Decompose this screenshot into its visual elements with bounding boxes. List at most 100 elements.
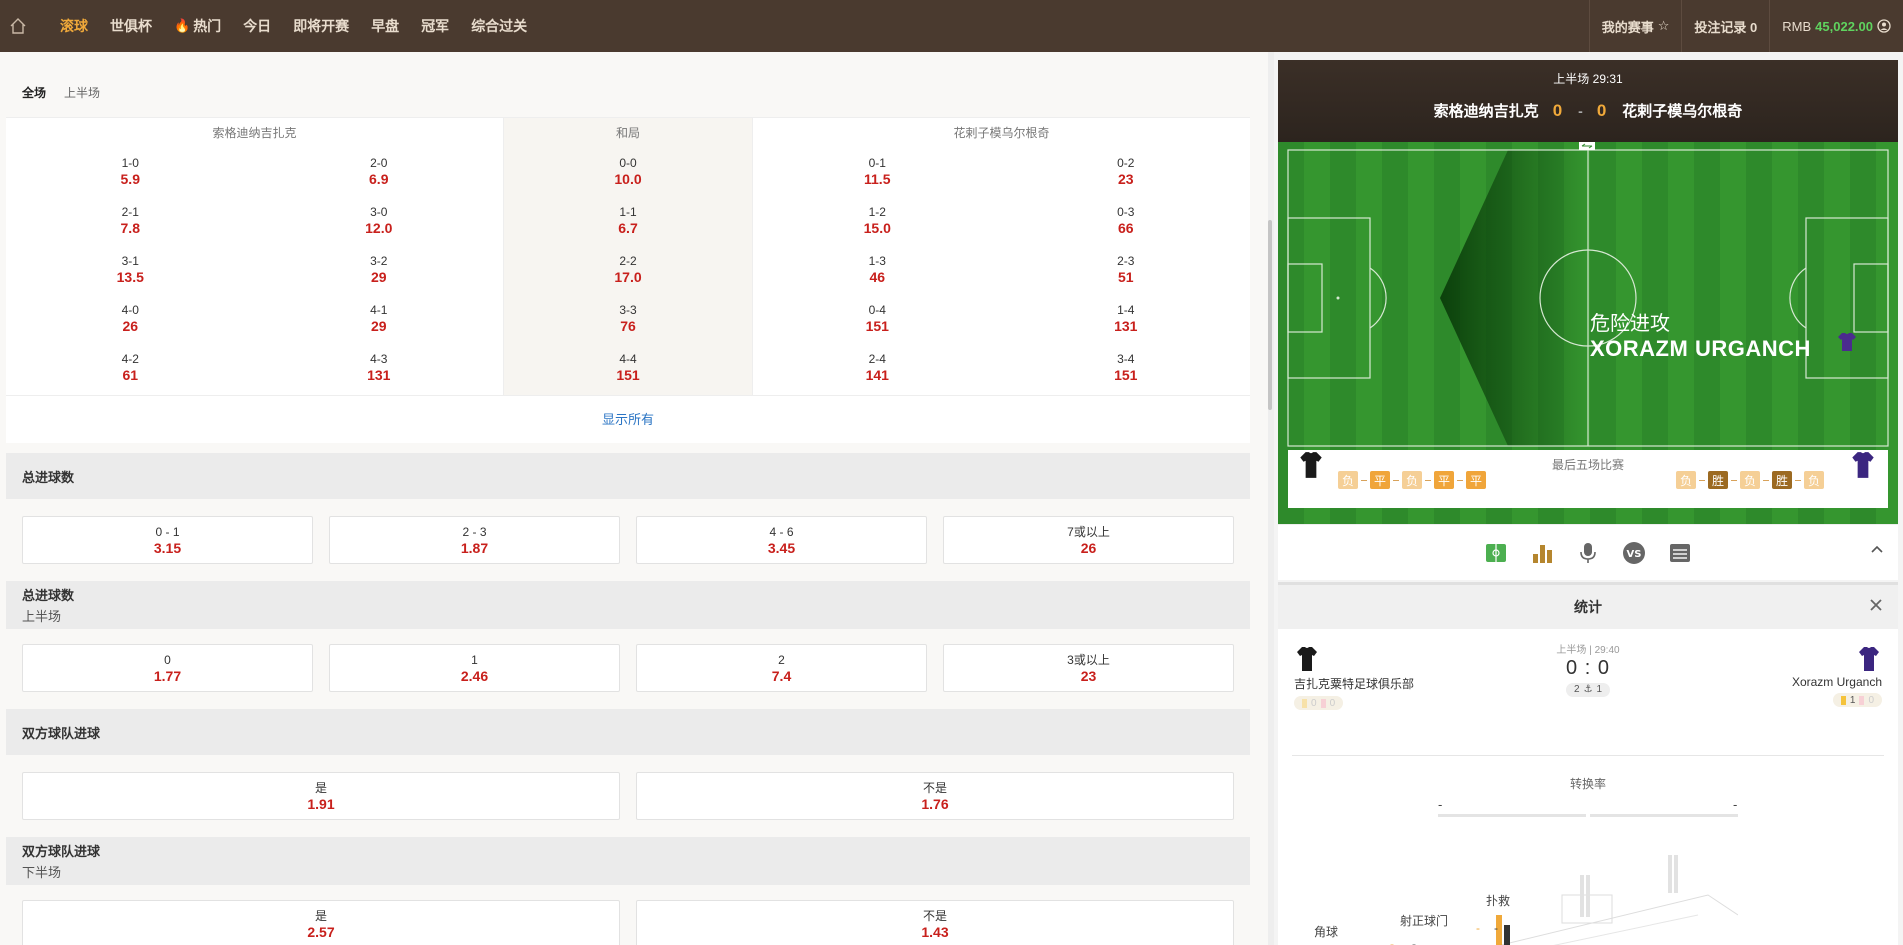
cs-option[interactable]: 0-3 66 (1002, 197, 1251, 246)
stats-view-button[interactable] (1528, 539, 1556, 567)
nav-item-upcoming[interactable]: 即将开赛 (293, 16, 349, 36)
bet-option[interactable]: 0 - 1 3.15 (22, 516, 313, 564)
home-cards: 00 (1294, 696, 1344, 710)
home-button[interactable] (0, 0, 36, 52)
vs-icon: VS (1623, 541, 1645, 564)
cs-option[interactable]: 3-3 76 (504, 295, 752, 344)
saves-home-value: - (1476, 921, 1480, 935)
bet-option[interactable]: 4 - 6 3.45 (636, 516, 927, 564)
away-shirt-icon (1852, 452, 1874, 478)
conversion-home-value: - (1438, 797, 1443, 812)
cs-option[interactable]: 4-2 61 (6, 344, 255, 393)
show-all-link[interactable]: 显示所有 (6, 395, 1250, 443)
bet-option[interactable]: 7或以上 26 (943, 516, 1234, 564)
tab-full-time[interactable]: 全场 (22, 84, 46, 101)
bet-option[interactable]: 2 7.4 (636, 644, 927, 692)
cs-option[interactable]: 3-1 13.5 (6, 246, 255, 295)
bet-option[interactable]: 是 1.91 (22, 772, 620, 820)
live-match-card: 上半场 29:31 索格迪纳吉扎克 0 - 0 花剌子模乌尔根奇 危险进攻 XO… (1278, 60, 1898, 524)
away-shirt-icon (1859, 647, 1879, 671)
away-team-name: 花剌子模乌尔根奇 (1622, 103, 1743, 120)
cs-away-column: 花剌子模乌尔根奇 0-1 11.5 0-2 23 1-2 15.0 0-3 66 1-3… (753, 118, 1250, 395)
cs-option[interactable]: 3-2 29 (255, 246, 504, 295)
bet-option[interactable]: 2 - 3 1.87 (329, 516, 620, 564)
cs-option[interactable]: 0-1 11.5 (753, 148, 1002, 197)
cs-option[interactable]: 4-1 29 (255, 295, 504, 344)
nav-item-parlay[interactable]: 综合过关 (471, 16, 527, 36)
btts-header[interactable]: 双方球队进球 (6, 709, 1250, 755)
scrollbar-thumb[interactable] (1268, 220, 1272, 410)
bet-option[interactable]: 不是 1.43 (636, 900, 1234, 945)
cs-option[interactable]: 4-4 151 (504, 344, 752, 393)
fire-icon: 🔥 (174, 18, 191, 33)
list-icon (1670, 543, 1690, 562)
cs-option[interactable]: 1-2 15.0 (753, 197, 1002, 246)
home-team-name: 索格迪纳吉扎克 (1433, 103, 1539, 120)
total-goals-1h-header[interactable]: 总进球数 上半场 (6, 581, 1250, 629)
tab-first-half[interactable]: 上半场 (64, 84, 100, 101)
cs-option[interactable]: 4-0 26 (6, 295, 255, 344)
stats-divider (1292, 755, 1884, 756)
cs-option[interactable]: 1-3 46 (753, 246, 1002, 295)
cs-draw-cells: 0-0 10.0 1-1 6.7 2-2 17.0 3-3 76 4-4 151 (504, 148, 752, 393)
stats-card: 统计 吉扎克粟特足球俱乐部 00 上半场 | 29:40 0 : 0 2 ⚓ 1 X… (1278, 582, 1898, 945)
bet-option[interactable]: 0 1.77 (22, 644, 313, 692)
cs-option[interactable]: 1-1 6.7 (504, 197, 752, 246)
head-to-head-button[interactable]: VS (1620, 539, 1648, 567)
corners-label: 角球 (1314, 925, 1339, 939)
bet-option[interactable]: 3或以上 23 (943, 644, 1234, 692)
cs-option[interactable]: 1-0 5.9 (6, 148, 255, 197)
bet-option[interactable]: 1 2.46 (329, 644, 620, 692)
bet-option[interactable]: 是 2.57 (22, 900, 620, 945)
nav-item-today[interactable]: 今日 (243, 16, 271, 36)
stats-scoreboard: 上半场 | 29:40 0 : 0 2 ⚓ 1 (1538, 641, 1638, 697)
nav-item-live[interactable]: 滚球 (60, 16, 88, 36)
cs-option[interactable]: 2-4 141 (753, 344, 1002, 393)
close-button[interactable] (1868, 597, 1884, 616)
cs-option[interactable]: 2-0 6.9 (255, 148, 504, 197)
away-cards: 10 (1832, 693, 1882, 707)
match-panel: 上半场 29:31 索格迪纳吉扎克 0 - 0 花剌子模乌尔根奇 危险进攻 XO… (1274, 52, 1903, 945)
match-header: 上半场 29:31 索格迪纳吉扎克 0 - 0 花剌子模乌尔根奇 (1278, 60, 1898, 142)
cs-option[interactable]: 0-0 10.0 (504, 148, 752, 197)
total-goals-1h-options: 0 1.77 1 2.46 2 7.4 3或以上 23 (22, 644, 1234, 692)
saves-label: 扑救 (1486, 894, 1511, 908)
btts-2h-header[interactable]: 双方球队进球 下半场 (6, 837, 1250, 885)
cs-option[interactable]: 2-2 17.0 (504, 246, 752, 295)
cs-option[interactable]: 2-3 51 (1002, 246, 1251, 295)
cs-option[interactable]: 1-4 131 (1002, 295, 1251, 344)
match-teams: 索格迪纳吉扎克 0 - 0 花剌子模乌尔根奇 (1278, 100, 1898, 121)
nav-item-early[interactable]: 早盘 (371, 16, 399, 36)
cs-option[interactable]: 4-3 131 (255, 344, 504, 393)
tracker-toolbar: VS (1278, 524, 1898, 580)
stats-home-team: 吉扎克粟特足球俱乐部 00 (1294, 645, 1414, 710)
home-team-full-name: 吉扎克粟特足球俱乐部 (1294, 677, 1415, 691)
correct-score-table: 索格迪纳吉扎克 1-0 5.9 2-0 6.9 2-1 7.8 3-0 12.0 3-1… (6, 117, 1250, 395)
conversion-rate-title: 转换率 (1569, 777, 1606, 791)
shots-on-away-value: - (1412, 937, 1416, 945)
cs-option[interactable]: 0-4 151 (753, 295, 1002, 344)
svg-text:VS: VS (1627, 549, 1642, 560)
bet-record-link[interactable]: 投注记录 0 (1681, 0, 1769, 52)
lineup-button[interactable] (1666, 539, 1694, 567)
conversion-home-bar (1438, 814, 1586, 817)
corner-flag-icon: ⚓ (1583, 684, 1593, 695)
cs-away-cells: 0-1 11.5 0-2 23 1-2 15.0 0-3 66 1-3 46 2-3 51 … (753, 148, 1250, 393)
collapse-button[interactable] (1870, 543, 1884, 560)
pitch-view-button[interactable] (1482, 539, 1510, 567)
nav-item-club-world-cup[interactable]: 世俱杯 (110, 16, 152, 36)
nav-item-outright[interactable]: 冠军 (421, 16, 449, 36)
nav-item-hot[interactable]: 🔥 热门 (174, 16, 221, 36)
total-goals-header[interactable]: 总进球数 (6, 453, 1250, 499)
cs-option[interactable]: 3-0 12.0 (255, 197, 504, 246)
bet-option[interactable]: 不是 1.76 (636, 772, 1234, 820)
shots-on-target-label: 射正球门 (1400, 914, 1449, 928)
away-team-full-name: Xorazm Urganch (1791, 675, 1882, 689)
cs-option[interactable]: 0-2 23 (1002, 148, 1251, 197)
balance-display[interactable]: RMB 45,022.00 (1769, 0, 1903, 52)
commentary-button[interactable] (1574, 539, 1602, 567)
cs-option[interactable]: 2-1 7.8 (6, 197, 255, 246)
cs-option[interactable]: 3-4 151 (1002, 344, 1251, 393)
conversion-away-bar (1590, 814, 1738, 817)
my-matches-link[interactable]: 我的赛事 ☆ (1588, 0, 1682, 52)
